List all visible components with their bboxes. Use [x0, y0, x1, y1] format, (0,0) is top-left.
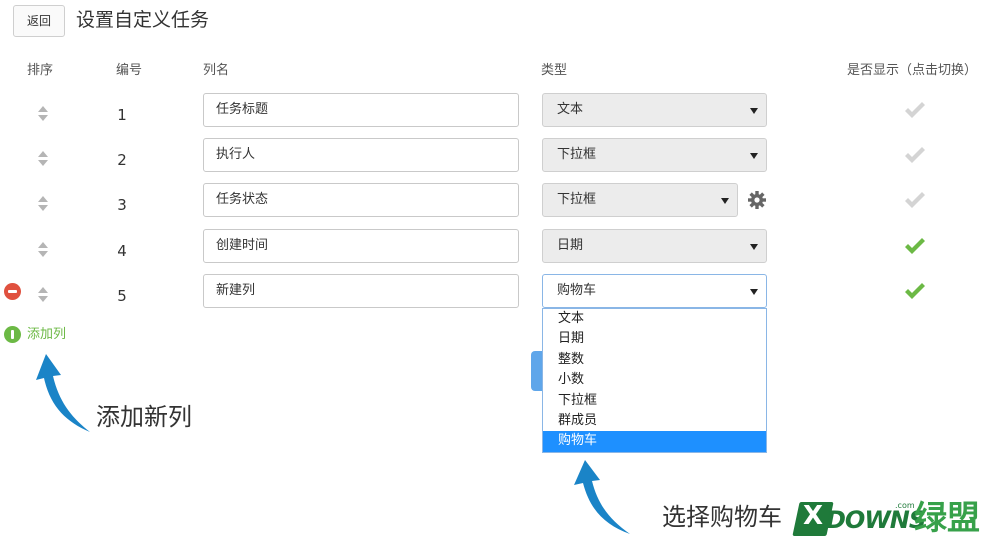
sort-handle-icon[interactable]: [37, 285, 49, 305]
table-row: 3 任务状态 下拉框: [0, 183, 1000, 228]
column-type-value: 日期: [557, 238, 584, 253]
column-type-select[interactable]: 下拉框: [542, 138, 767, 172]
column-header-name: 列名: [203, 63, 230, 78]
row-number: 5: [117, 287, 127, 305]
row-number: 4: [117, 242, 127, 260]
row-number: 1: [117, 106, 127, 124]
column-type-value: 购物车: [557, 283, 597, 298]
page-title: 设置自定义任务: [76, 9, 210, 31]
dropdown-option[interactable]: 小数: [543, 370, 766, 390]
table-row: 4 创建时间 日期: [0, 229, 1000, 274]
column-name-input[interactable]: 创建时间: [203, 229, 519, 263]
dropdown-option[interactable]: 文本: [543, 309, 766, 329]
table-row: 5 新建列 购物车: [0, 274, 1000, 319]
remove-row-icon[interactable]: [4, 283, 21, 300]
chevron-down-icon: [721, 198, 729, 204]
dropdown-option[interactable]: 日期: [543, 329, 766, 349]
column-type-select[interactable]: 购物车: [542, 274, 767, 308]
type-dropdown-list: 文本 日期 整数 小数 下拉框 群成员 购物车: [542, 308, 767, 453]
sort-handle-icon[interactable]: [37, 149, 49, 169]
column-name-input[interactable]: 执行人: [203, 138, 519, 172]
dropdown-option[interactable]: 群成员: [543, 411, 766, 431]
add-column-label: 添加列: [27, 327, 67, 342]
add-icon: [4, 326, 21, 343]
sort-handle-icon[interactable]: [37, 240, 49, 260]
logo-cn: 绿盟: [914, 498, 980, 537]
column-type-value: 下拉框: [557, 192, 597, 207]
back-button[interactable]: 返回: [13, 5, 65, 37]
column-header-type: 类型: [541, 63, 568, 78]
table-row: 2 执行人 下拉框: [0, 138, 1000, 183]
visibility-check-icon[interactable]: [904, 146, 926, 164]
visibility-check-icon[interactable]: [904, 101, 926, 119]
row-number: 3: [117, 196, 127, 214]
visibility-check-icon[interactable]: [904, 282, 926, 300]
visibility-check-icon[interactable]: [904, 237, 926, 255]
column-type-value: 下拉框: [557, 147, 597, 162]
row-number: 2: [117, 151, 127, 169]
sort-handle-icon[interactable]: [37, 104, 49, 124]
chevron-down-icon: [750, 108, 758, 114]
column-header-visible: 是否显示（点击切换）: [847, 63, 978, 78]
column-header-sort: 排序: [27, 63, 54, 78]
gear-icon[interactable]: [747, 190, 767, 210]
dropdown-option[interactable]: 购物车: [543, 431, 766, 452]
dropdown-option[interactable]: 整数: [543, 350, 766, 370]
hidden-button-edge[interactable]: [531, 351, 542, 391]
annotation-select-cart: 选择购物车: [662, 503, 782, 531]
column-type-select[interactable]: 下拉框: [542, 183, 738, 217]
chevron-down-icon: [750, 153, 758, 159]
column-type-select[interactable]: 文本: [542, 93, 767, 127]
annotation-add-new-column: 添加新列: [96, 403, 192, 431]
column-type-select[interactable]: 日期: [542, 229, 767, 263]
chevron-down-icon: [750, 244, 758, 250]
column-header-number: 编号: [116, 63, 143, 78]
column-name-input[interactable]: 新建列: [203, 274, 519, 308]
annotation-arrow-bottom: [574, 460, 630, 534]
sort-handle-icon[interactable]: [37, 194, 49, 214]
xdowns-logo: X DOWNS .com 绿盟: [792, 498, 996, 540]
dropdown-option[interactable]: 下拉框: [543, 391, 766, 411]
logo-x-letter: X: [803, 501, 824, 531]
column-type-value: 文本: [557, 102, 584, 117]
column-name-input[interactable]: 任务状态: [203, 183, 519, 217]
visibility-check-icon[interactable]: [904, 191, 926, 209]
logo-com: .com: [895, 501, 915, 510]
annotation-arrow-left: [36, 354, 90, 432]
table-row: 1 任务标题 文本: [0, 93, 1000, 138]
column-name-input[interactable]: 任务标题: [203, 93, 519, 127]
chevron-down-icon: [750, 289, 758, 295]
